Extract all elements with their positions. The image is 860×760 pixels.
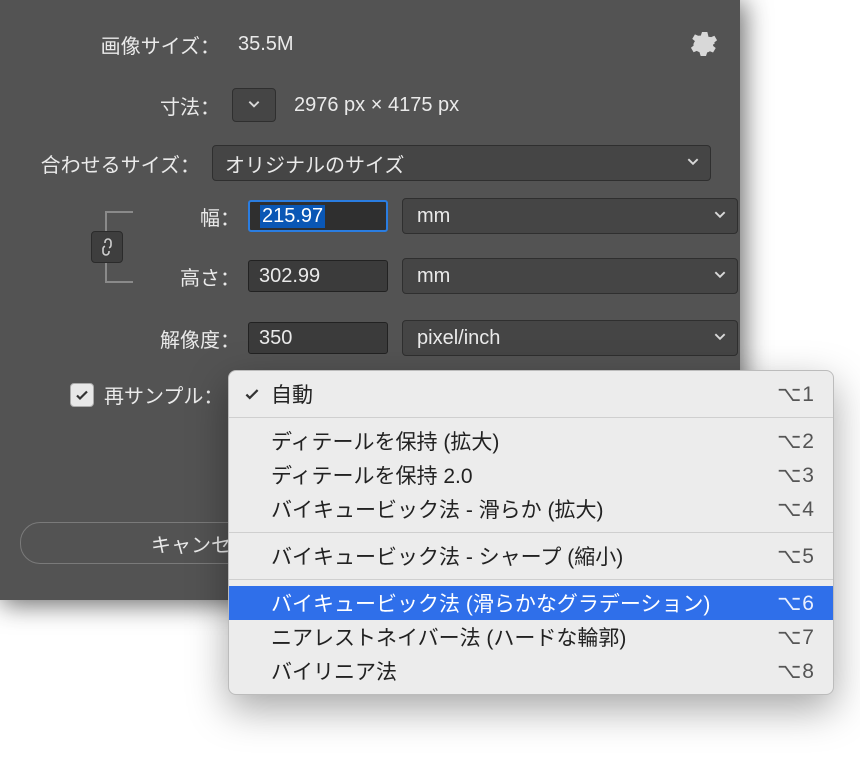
row-width: 幅： 215.97 mm xyxy=(0,198,740,234)
menu-item-label: バイキュービック法 (滑らかなグラデーション) xyxy=(271,588,710,618)
menu-item-label: バイリニア法 xyxy=(271,656,397,686)
chevron-down-icon xyxy=(247,94,261,117)
menu-item-shortcut: ⌥1 xyxy=(777,382,815,407)
height-unit-value: mm xyxy=(417,265,450,288)
label-dimensions: 寸法： xyxy=(0,91,220,120)
row-fit-to: 合わせるサイズ： オリジナルのサイズ xyxy=(0,145,740,181)
menu-item-label: ディテールを保持 2.0 xyxy=(271,460,473,490)
label-resample: 再サンプル： xyxy=(104,380,223,409)
menu-item[interactable]: バイキュービック法 - シャープ (縮小) ⌥5 xyxy=(229,539,833,573)
resolution-input[interactable]: 350 xyxy=(248,322,388,354)
dimensions-dropdown-button[interactable] xyxy=(232,88,276,122)
width-unit-value: mm xyxy=(417,205,450,228)
resolution-input-value: 350 xyxy=(259,327,292,350)
menu-item-shortcut: ⌥3 xyxy=(777,463,815,488)
menu-item-label: バイキュービック法 - 滑らか (拡大) xyxy=(271,494,603,524)
menu-item-shortcut: ⌥6 xyxy=(777,591,815,616)
label-width: 幅： xyxy=(0,202,240,231)
menu-separator xyxy=(229,579,833,580)
chevron-down-icon xyxy=(686,152,700,175)
menu-separator xyxy=(229,532,833,533)
menu-item[interactable]: ニアレストネイバー法 (ハードな輪郭) ⌥7 xyxy=(229,620,833,654)
fit-to-value: オリジナルのサイズ xyxy=(225,149,404,178)
resolution-unit-select[interactable]: pixel/inch xyxy=(402,320,738,356)
menu-item-shortcut: ⌥7 xyxy=(777,625,815,650)
width-input[interactable]: 215.97 xyxy=(248,200,388,232)
menu-item[interactable]: ディテールを保持 2.0 ⌥3 xyxy=(229,458,833,492)
label-image-size: 画像サイズ： xyxy=(0,30,220,59)
menu-item-shortcut: ⌥4 xyxy=(777,497,815,522)
height-input-value: 302.99 xyxy=(259,265,320,288)
menu-item-shortcut: ⌥2 xyxy=(777,429,815,454)
width-unit-select[interactable]: mm xyxy=(402,198,738,234)
resample-method-menu[interactable]: 自動 ⌥1 ディテールを保持 (拡大) ⌥2 ディテールを保持 2.0 ⌥3 バイキュービッ… xyxy=(228,370,834,695)
menu-item-label: 自動 xyxy=(271,379,313,409)
menu-item[interactable]: 自動 ⌥1 xyxy=(229,377,833,411)
resolution-unit-value: pixel/inch xyxy=(417,327,500,350)
menu-item[interactable]: バイキュービック法 (滑らかなグラデーション) ⌥6 xyxy=(229,586,833,620)
menu-separator xyxy=(229,417,833,418)
row-dimensions: 寸法： 2976 px × 4175 px xyxy=(0,88,740,122)
label-resolution: 解像度： xyxy=(0,324,240,353)
menu-item-shortcut: ⌥5 xyxy=(777,544,815,569)
check-icon xyxy=(74,387,90,403)
menu-item-label: バイキュービック法 - シャープ (縮小) xyxy=(271,541,623,571)
link-icon xyxy=(99,237,115,257)
menu-item[interactable]: バイリニア法 ⌥8 xyxy=(229,654,833,688)
row-image-size: 画像サイズ： 35.5M xyxy=(0,30,740,59)
height-input[interactable]: 302.99 xyxy=(248,260,388,292)
menu-item-shortcut: ⌥8 xyxy=(777,659,815,684)
menu-item-label: ディテールを保持 (拡大) xyxy=(271,426,499,456)
value-dimensions: 2976 px × 4175 px xyxy=(294,94,459,117)
label-fit-to: 合わせるサイズ： xyxy=(0,149,200,178)
label-height: 高さ： xyxy=(0,262,240,291)
chevron-down-icon xyxy=(713,327,727,350)
height-unit-select[interactable]: mm xyxy=(402,258,738,294)
chevron-down-icon xyxy=(713,265,727,288)
width-input-value: 215.97 xyxy=(260,205,325,228)
row-resolution: 解像度： 350 pixel/inch xyxy=(0,320,740,356)
resample-checkbox[interactable] xyxy=(70,383,94,407)
check-icon xyxy=(243,385,261,403)
menu-item-label: ニアレストネイバー法 (ハードな輪郭) xyxy=(271,622,626,652)
fit-to-select[interactable]: オリジナルのサイズ xyxy=(212,145,711,181)
value-image-size: 35.5M xyxy=(238,33,294,56)
chevron-down-icon xyxy=(713,205,727,228)
menu-item[interactable]: バイキュービック法 - 滑らか (拡大) ⌥4 xyxy=(229,492,833,526)
row-height: 高さ： 302.99 mm xyxy=(0,258,740,294)
menu-item[interactable]: ディテールを保持 (拡大) ⌥2 xyxy=(229,424,833,458)
cancel-button-label: キャンセ xyxy=(151,529,231,558)
